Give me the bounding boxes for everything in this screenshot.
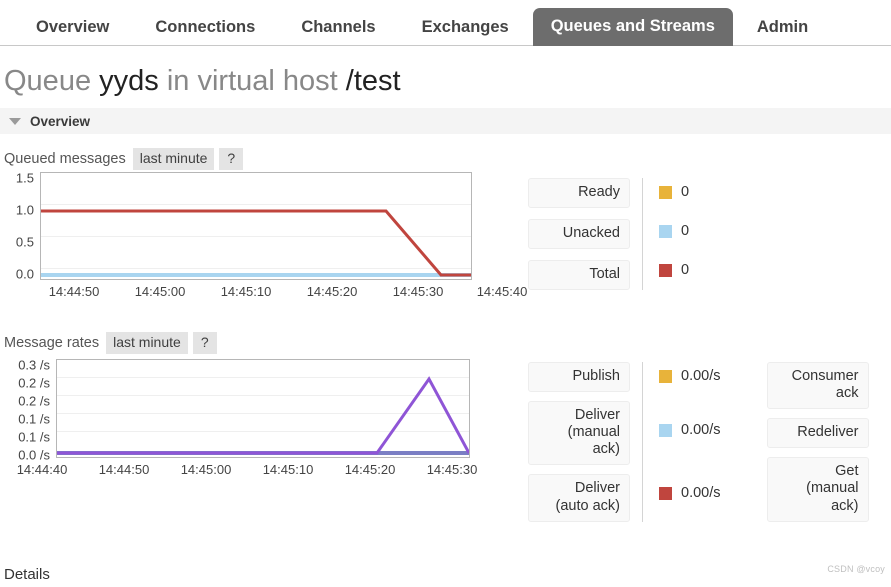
page-title: Queue yyds in virtual host /test [4,65,891,98]
legend-label-consumer-ack[interactable]: Consumer ack [766,362,869,410]
legend-value-column: 0 0 0 [642,178,689,291]
legend-value-ready-row: 0 [659,178,689,206]
y-tick: 0.5 [15,234,34,250]
legend-value-publish-row: 0.00/s [659,362,721,390]
color-swatch-deliver-manual-icon [659,423,672,437]
queued-messages-block: Queued messages last minute ? 1.5 1.0 0.… [0,147,891,300]
legend-value-deliver-manual-row: 0.00/s [659,399,721,461]
legend-group: Publish Deliver (manual ack) Deliver (auto … [528,362,721,522]
x-tick: 14:44:40 [16,462,68,477]
queued-messages-period-button[interactable]: last minute [132,147,215,171]
legend-value-ready: 0 [681,184,690,200]
nav-tab-connections[interactable]: Connections [133,10,277,46]
queued-messages-chart[interactable]: 1.5 1.0 0.5 0.0 14:44:50 14:45:00 14:45:… [0,171,527,300]
nav-tab-queues-and-streams[interactable]: Queues and Streams [532,7,733,46]
message-rates-y-axis: 0.3 /s 0.2 /s 0.2 /s 0.1 /s 0.1 /s 0.0 /… [0,358,54,463]
page-title-prefix: Queue [4,65,100,97]
legend-value-column: 0.00/s 0.00/s 0.00/s [642,362,721,522]
x-tick: 14:45:00 [180,462,232,477]
y-tick: 0.1 /s [18,411,50,427]
queued-messages-caption: Queued messages last minute ? [4,147,891,171]
color-swatch-deliver-auto-icon [659,486,672,500]
message-rates-help-button[interactable]: ? [192,331,217,355]
watermark-text: CSDN @vcoy [827,564,885,574]
queued-messages-help-button[interactable]: ? [219,147,244,171]
nav-tab-list: Overview Connections Channels Exchanges … [0,0,891,46]
legend-value-deliver-auto: 0.00/s [681,485,721,501]
y-tick: 0.2 /s [18,375,50,391]
message-rates-legend-right: Consumer ack Redeliver Get (manual ack) [766,362,869,522]
triangle-down-icon[interactable] [9,117,21,125]
y-tick: 1.0 [15,202,34,218]
x-tick: 14:45:40 [476,284,528,299]
queued-messages-row: 1.5 1.0 0.5 0.0 14:44:50 14:45:00 14:45:… [0,171,891,300]
nav-tab-overview[interactable]: Overview [14,10,131,46]
overview-section-label: Overview [30,113,91,129]
legend-value-unacked: 0 [681,223,690,239]
page-title-queue-name: yyds [99,65,159,97]
nav-tab-channels[interactable]: Channels [279,10,397,46]
series-publish [57,376,469,455]
x-tick: 14:45:30 [392,284,444,299]
x-tick: 14:44:50 [48,284,100,299]
message-rates-row: 0.3 /s 0.2 /s 0.2 /s 0.1 /s 0.1 /s 0.0 /… [0,358,891,522]
x-tick: 14:45:20 [306,284,358,299]
legend-value-deliver-manual: 0.00/s [681,422,721,438]
legend-label-deliver-auto-ack[interactable]: Deliver (auto ack) [528,474,630,522]
color-swatch-unacked-icon [659,224,672,238]
message-rates-plot-area [56,359,470,458]
x-tick: 14:44:50 [98,462,150,477]
details-section-label: Details [4,566,50,583]
legend-label-column: Consumer ack Redeliver Get (manual ack) [766,362,869,522]
y-tick: 0.1 /s [18,429,50,445]
message-rates-chart[interactable]: 0.3 /s 0.2 /s 0.2 /s 0.1 /s 0.1 /s 0.0 /… [0,358,520,482]
y-tick: 1.5 [15,170,34,186]
legend-label-get-manual-ack[interactable]: Get (manual ack) [766,457,869,522]
x-tick: 14:45:20 [344,462,396,477]
y-tick: 0.0 [15,266,34,282]
y-tick: 0.0 /s [18,447,50,463]
nav-tab-exchanges[interactable]: Exchanges [400,10,531,46]
message-rates-series-svg [57,376,469,455]
color-swatch-publish-icon [659,369,672,383]
message-rates-block: Message rates last minute ? 0.3 /s 0.2 /… [0,331,891,522]
queued-messages-title: Queued messages [4,151,126,167]
nav-tab-admin[interactable]: Admin [735,10,830,46]
color-swatch-total-icon [659,263,672,277]
legend-value-total: 0 [681,262,690,278]
legend-label-deliver-manual-ack[interactable]: Deliver (manual ack) [528,401,630,466]
queued-messages-legend: Ready Unacked Total 0 0 0 [528,178,689,291]
x-tick: 14:45:30 [426,462,478,477]
message-rates-legend-left: Publish Deliver (manual ack) Deliver (auto … [528,362,721,522]
queued-messages-plot-area [40,172,472,280]
series-total [41,209,471,277]
legend-label-total[interactable]: Total [528,260,630,291]
page-title-middle: in virtual host [158,65,346,97]
legend-label-publish[interactable]: Publish [528,362,630,393]
legend-value-unacked-row: 0 [659,217,689,245]
message-rates-period-button[interactable]: last minute [106,331,188,355]
main-navigation-bar: Overview Connections Channels Exchanges … [0,0,891,46]
y-tick: 0.3 /s [18,357,50,373]
x-tick: 14:45:00 [134,284,186,299]
legend-value-publish: 0.00/s [681,368,721,384]
legend-value-total-row: 0 [659,256,689,284]
queued-messages-series-svg [41,209,471,277]
color-swatch-ready-icon [659,185,672,199]
overview-section-header[interactable]: Overview [0,108,891,134]
message-rates-title: Message rates [4,335,100,351]
x-tick: 14:45:10 [220,284,272,299]
legend-label-column: Ready Unacked Total [528,178,630,291]
message-rates-caption: Message rates last minute ? [4,331,891,355]
queued-messages-y-axis: 1.5 1.0 0.5 0.0 [0,171,38,282]
legend-label-unacked[interactable]: Unacked [528,219,630,250]
x-tick: 14:45:10 [262,462,314,477]
legend-label-redeliver[interactable]: Redeliver [766,418,869,449]
legend-value-deliver-auto-row: 0.00/s [659,470,721,516]
legend-group: Ready Unacked Total 0 0 0 [528,178,689,291]
legend-label-ready[interactable]: Ready [528,178,630,209]
y-tick: 0.2 /s [18,393,50,409]
legend-label-column: Publish Deliver (manual ack) Deliver (auto … [528,362,630,522]
page-title-vhost: /test [345,65,401,97]
